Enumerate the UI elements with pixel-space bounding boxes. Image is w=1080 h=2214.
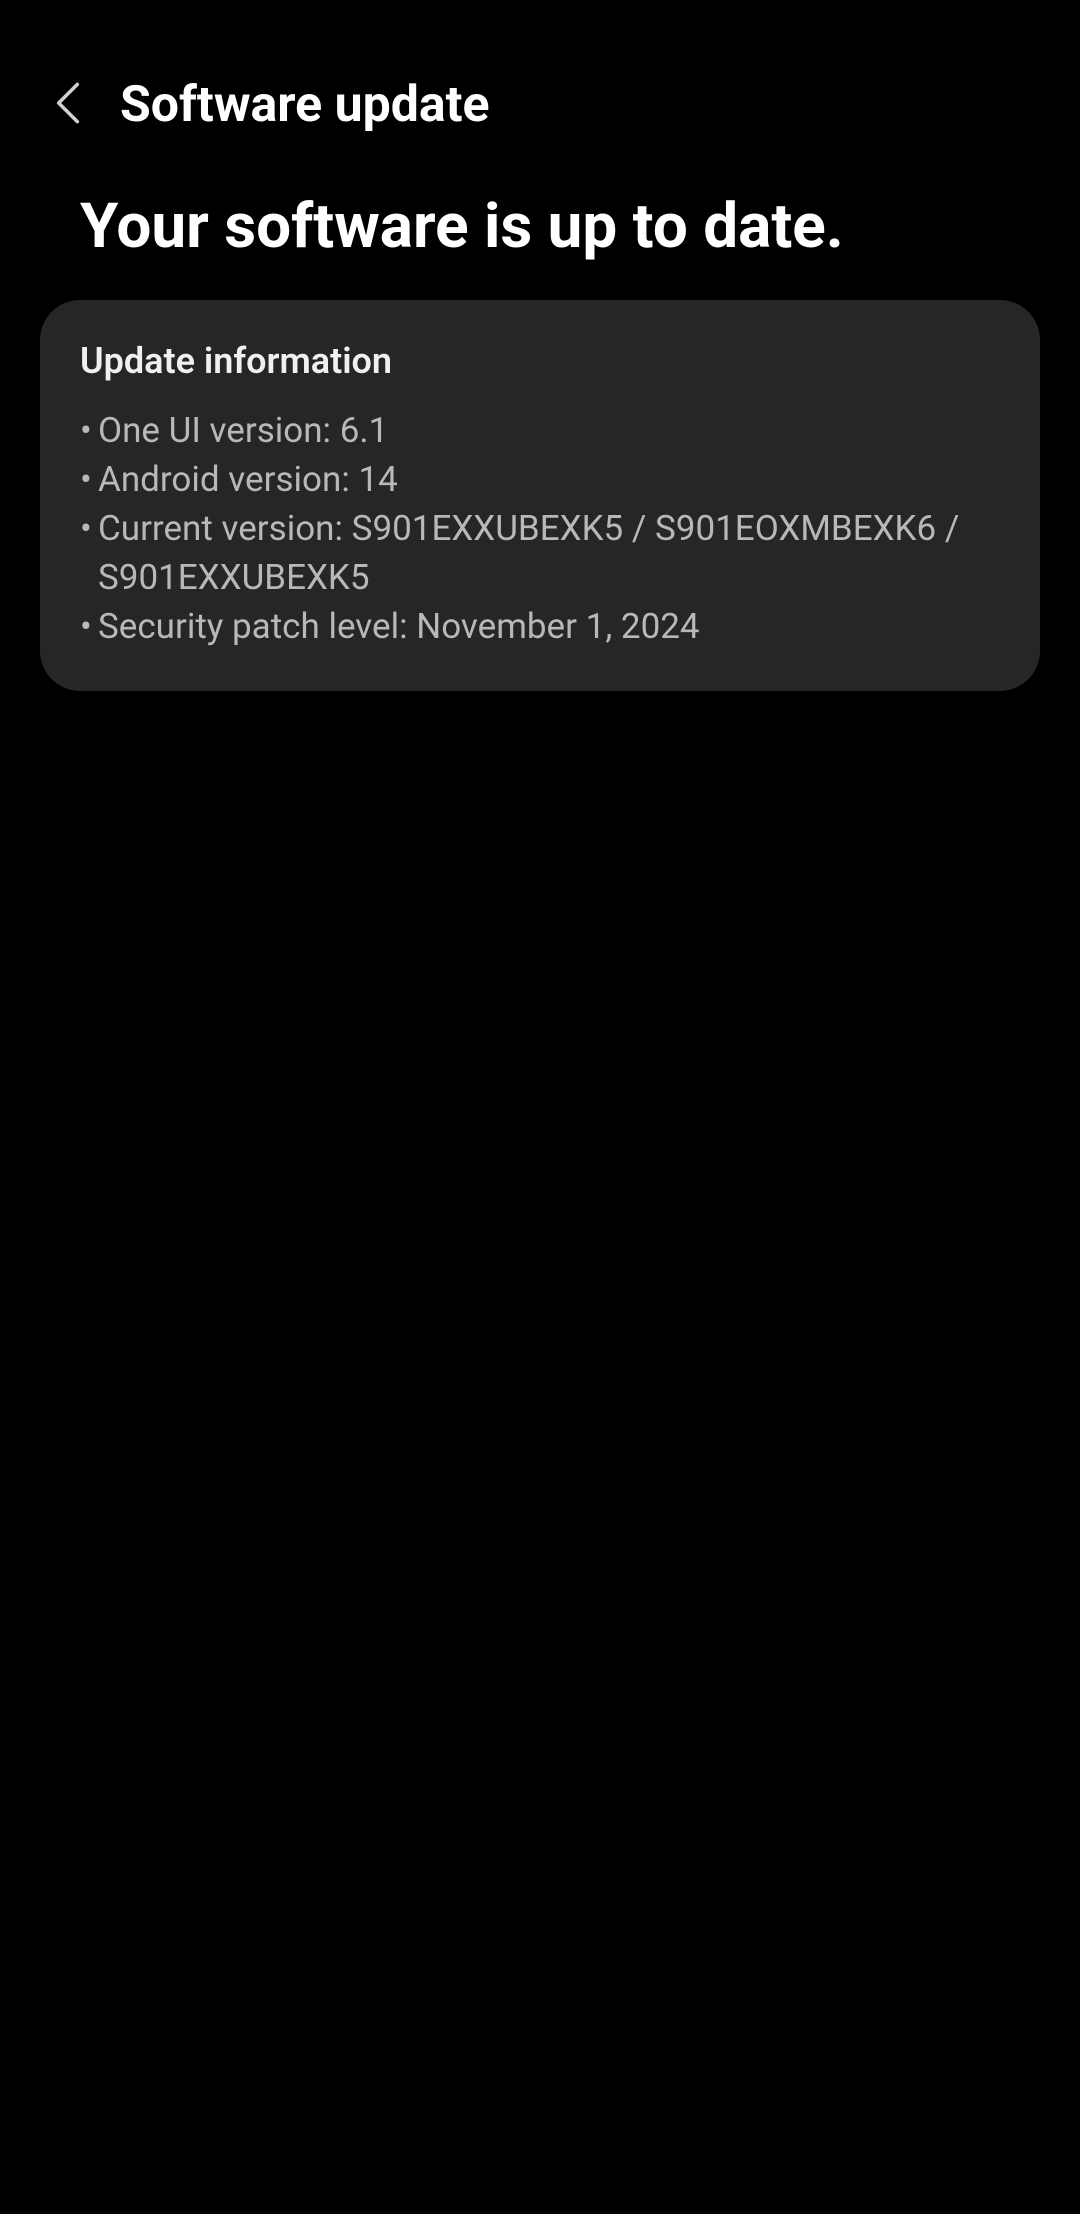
content-area: Your software is up to date. Update info… <box>0 150 1080 691</box>
info-item-one-ui-version: One UI version: 6.1 <box>80 406 1000 455</box>
back-button[interactable] <box>40 77 96 133</box>
info-list: One UI version: 6.1 Android version: 14 … <box>80 406 1000 651</box>
status-heading: Your software is up to date. <box>40 190 1040 300</box>
info-item-current-version: Current version: S901EXXUBEXK5 / S901EOX… <box>80 504 1000 602</box>
info-item-security-patch: Security patch level: November 1, 2024 <box>80 602 1000 651</box>
app-header: Software update <box>0 0 1080 150</box>
page-title: Software update <box>120 76 490 134</box>
update-info-card: Update information One UI version: 6.1 A… <box>40 300 1040 691</box>
chevron-left-icon <box>54 82 82 128</box>
card-title: Update information <box>80 340 1000 382</box>
info-item-android-version: Android version: 14 <box>80 455 1000 504</box>
